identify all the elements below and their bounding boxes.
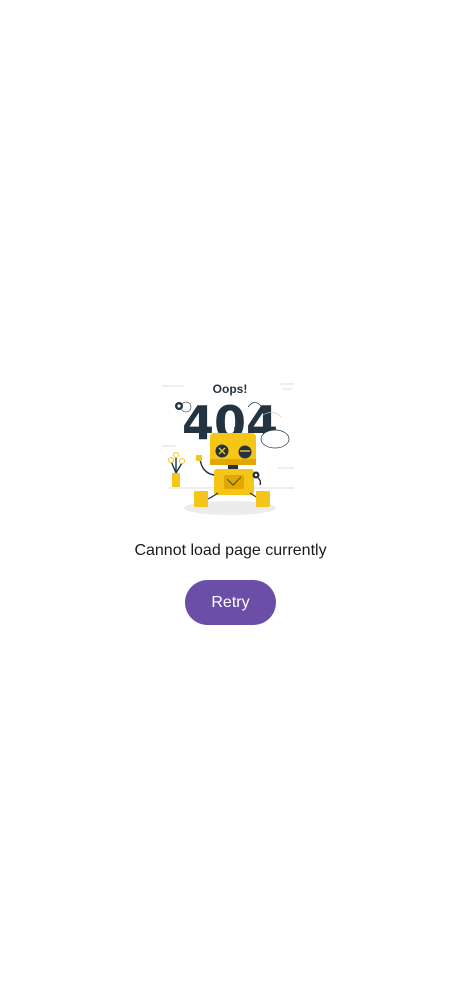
error-message: Cannot load page currently xyxy=(134,542,327,559)
error-404-illustration: Oops! 404 xyxy=(160,375,300,520)
plant-icon xyxy=(168,452,185,487)
oops-heading: Oops! xyxy=(213,382,248,396)
gear-icon xyxy=(175,402,183,410)
retry-button[interactable]: Retry xyxy=(185,580,276,625)
robot-404-graphic: Oops! 404 xyxy=(162,382,294,515)
